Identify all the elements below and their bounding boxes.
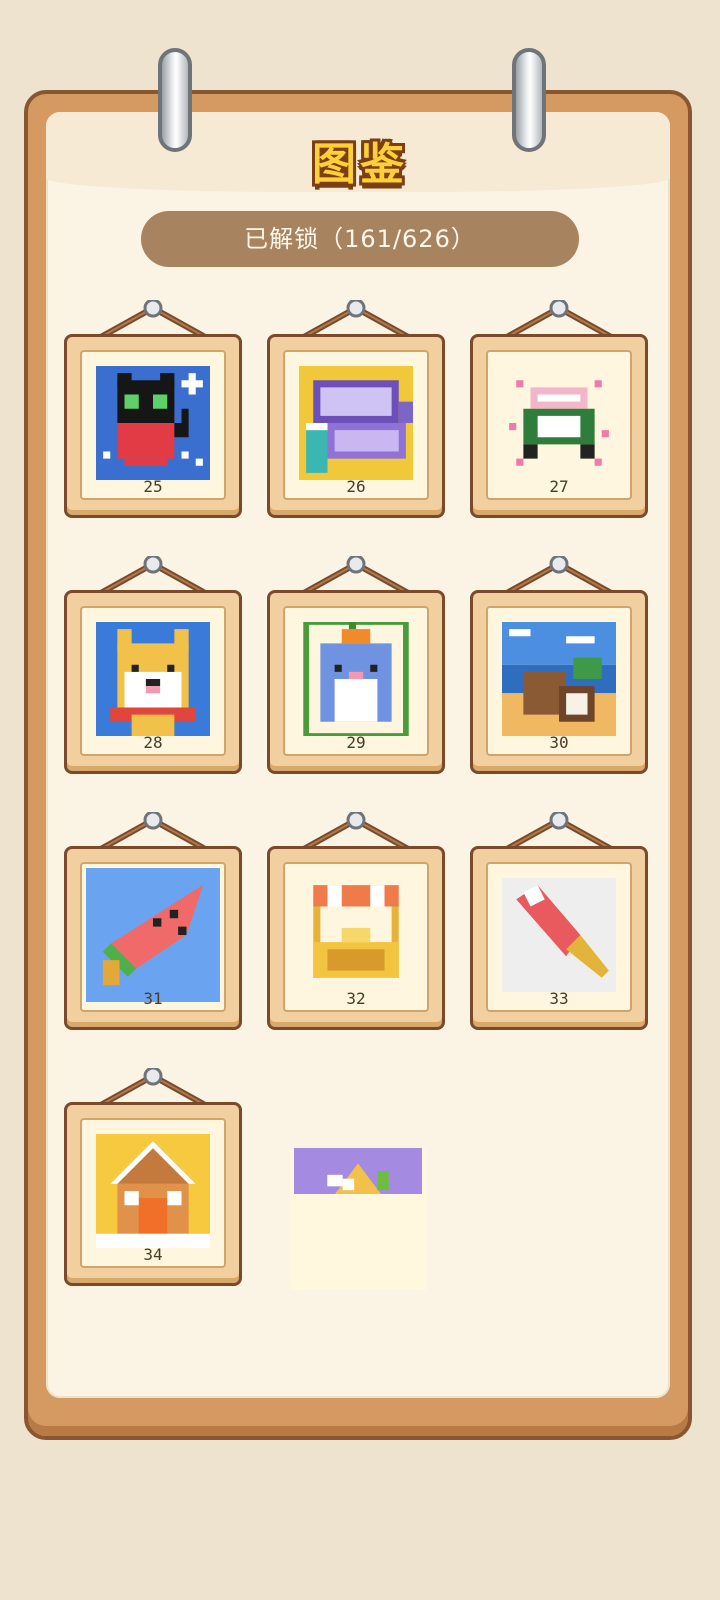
coconuts-beach-icon — [502, 622, 616, 736]
gallery-frame-33[interactable]: 33 — [470, 812, 648, 1030]
gallery-frame-29[interactable]: 29 — [267, 556, 445, 774]
laptop-and-drink-icon — [299, 366, 413, 480]
gallery-frame-32[interactable]: 32 — [267, 812, 445, 1030]
frame-number: 27 — [549, 477, 569, 496]
partial-artwork — [294, 1148, 422, 1194]
gingerbread-house-icon — [96, 1134, 210, 1248]
frame-number: 26 — [346, 477, 366, 496]
gallery-frame-34[interactable]: 34 — [64, 1068, 242, 1286]
hamster-pumpkin-icon — [299, 622, 413, 736]
black-cat-strawberry-icon — [96, 366, 210, 480]
binder-ring-left — [158, 48, 192, 152]
gallery-frame-31[interactable]: 31 — [64, 812, 242, 1030]
binder-ring-right — [512, 48, 546, 152]
frame-number: 31 — [143, 989, 163, 1008]
gallery-frame-30[interactable]: 30 — [470, 556, 648, 774]
frame-number: 25 — [143, 477, 163, 496]
page-title: 图鉴 — [312, 139, 408, 190]
frame-number: 28 — [143, 733, 163, 752]
ice-lolly-icon — [502, 878, 616, 992]
frame-number: 33 — [549, 989, 569, 1008]
unlocked-count-badge: 已解锁（161/626） — [141, 211, 579, 267]
frame-number: 30 — [549, 733, 569, 752]
food-stall-icon — [299, 878, 413, 992]
gallery-frame-25[interactable]: 25 — [64, 300, 242, 518]
loading-frame[interactable] — [290, 1148, 426, 1290]
shiba-dog-icon — [96, 622, 210, 736]
frame-number: 32 — [346, 989, 366, 1008]
gallery-frame-28[interactable]: 28 — [64, 556, 242, 774]
green-van-icon — [502, 366, 616, 480]
frame-number: 34 — [143, 1245, 163, 1264]
flowers-icon — [296, 1148, 420, 1194]
gallery-frame-26[interactable]: 26 — [267, 300, 445, 518]
watermelon-popsicle-icon — [86, 868, 220, 1002]
frame-number: 29 — [346, 733, 366, 752]
gallery-frame-27[interactable]: 27 — [470, 300, 648, 518]
